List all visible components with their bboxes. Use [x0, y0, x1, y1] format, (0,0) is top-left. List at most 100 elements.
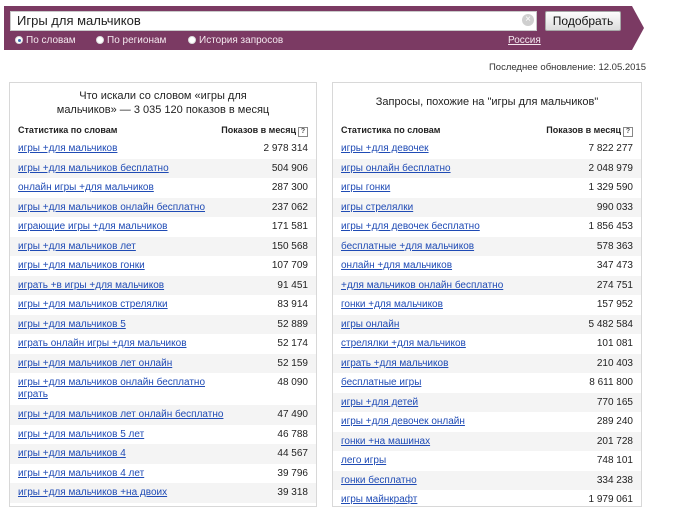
table-row: бесплатные игры 8 611 800 [333, 373, 641, 393]
table-row: игры +для мальчиков гонки 107 709 [10, 256, 316, 276]
keyword-link[interactable]: игры онлайн бесплатно [341, 159, 451, 179]
table-row: игры +для мальчиков 2 978 314 [10, 139, 316, 159]
mode-label: По регионам [107, 35, 167, 46]
table-row: игры +для мальчиков лет онлайн 52 159 [10, 353, 316, 374]
keyword-link[interactable]: бесплатные игры [341, 373, 421, 393]
keyword-link[interactable]: играть онлайн игры +для мальчиков [18, 334, 187, 354]
shows-count: 8 611 800 [589, 377, 633, 388]
keyword-link[interactable]: игры +для мальчиков лет онлайн бесплатно [18, 405, 223, 425]
shows-count: 101 081 [596, 338, 633, 349]
table-row: играть +для мальчиков 210 403 [333, 353, 641, 374]
keyword-link[interactable]: лего игры [341, 451, 386, 471]
clear-icon[interactable]: × [522, 14, 534, 26]
table-row: игры +для мальчиков лет 150 568 [10, 236, 316, 257]
search-input[interactable]: Игры для мальчиков [10, 11, 537, 31]
region-link[interactable]: Россия [508, 35, 541, 47]
shows-count: 157 952 [596, 299, 633, 310]
help-icon[interactable]: ? [298, 127, 308, 137]
keyword-link[interactable]: игры +для девочек [341, 139, 429, 159]
keyword-link[interactable]: игры +для девочек онлайн [341, 412, 465, 432]
keyword-link[interactable]: игры стрелялки [341, 198, 413, 218]
table-row: игры +для девочек онлайн 289 240 [333, 412, 641, 432]
table-row: бесплатные +для мальчиков 578 363 [333, 236, 641, 257]
table-row: онлайн +для мальчиков 347 473 [333, 256, 641, 276]
shows-count: 1 856 453 [588, 221, 634, 232]
keyword-link[interactable]: игры гонки [341, 178, 390, 198]
panel-title: Что искали со словом «игры для мальчиков… [10, 89, 316, 117]
keyword-link[interactable]: игры +для девочек бесплатно [341, 217, 480, 237]
table-row: игры +для мальчиков 5 52 889 [10, 314, 316, 335]
shows-count: 274 751 [596, 279, 633, 291]
keyword-link[interactable]: игры онлайн [341, 315, 399, 335]
table-row: игры +для девочек 7 822 277 [333, 139, 641, 159]
keyword-link[interactable]: игры +для мальчиков 5 лет [18, 425, 144, 445]
keyword-link[interactable]: онлайн +для мальчиков [341, 256, 452, 276]
panel-title-line: мальчиков» — 3 035 120 показов в месяц [56, 104, 270, 116]
shows-count: 770 165 [596, 396, 633, 408]
mode-history[interactable]: История запросов [188, 35, 283, 47]
keyword-link[interactable]: стрелялки +для мальчиков [341, 334, 466, 354]
keyword-link[interactable]: игры +для детей [341, 393, 418, 413]
keyword-link[interactable]: гонки +для мальчиков [341, 295, 443, 315]
keyword-link[interactable]: игры +для мальчиков 5 [18, 315, 126, 335]
shows-count: 39 796 [277, 467, 308, 479]
keyword-link[interactable]: игры +для мальчиков 4 лет [18, 464, 144, 484]
table-row: игры майнкрафт 1 979 061 [333, 490, 641, 506]
shows-count: 210 403 [596, 357, 633, 369]
table-row: гонки +на машинах 201 728 [333, 431, 641, 452]
panel-title: Запросы, похожие на "игры для мальчиков" [375, 96, 599, 108]
mode-label: История запросов [199, 35, 284, 46]
table-row: игры +для мальчиков лет онлайн бесплатно… [10, 405, 316, 425]
table-row: игры +для мальчиков 4 44 567 [10, 444, 316, 464]
keyword-link[interactable]: игры +для мальчиков стрелялки [18, 295, 168, 315]
keyword-link[interactable]: игры +для мальчиков онлайн бесплатно игр… [18, 377, 218, 401]
table-row: игры +для мальчиков онлайн бесплатно игр… [10, 373, 316, 405]
shows-count: 7 822 277 [588, 143, 634, 154]
shows-header-label: Показов в месяц [546, 125, 621, 135]
table-row: игры онлайн 5 482 584 [333, 314, 641, 335]
keyword-link[interactable]: игры +для мальчиков +на двоих [18, 483, 167, 503]
mode-by-words[interactable]: По словам [15, 35, 76, 47]
shows-count: 1 329 590 [588, 182, 634, 193]
shows-count: 48 090 [277, 377, 308, 388]
shows-count: 52 889 [277, 318, 308, 330]
keyword-link[interactable]: играть +в игры +для мальчиков [18, 276, 164, 296]
table-row: игры +для мальчиков 4 лет 39 796 [10, 464, 316, 484]
keyword-column-header: Статистика по словам [18, 125, 118, 135]
keyword-link[interactable]: игры +для мальчиков гонки [18, 256, 145, 276]
shows-count: 107 709 [271, 260, 308, 271]
search-header: Игры для мальчиков × Подобрать По словам… [0, 0, 688, 53]
table-row: игры +для детей 770 165 [333, 392, 641, 413]
keyword-link[interactable]: игры +для мальчиков онлайн бесплатно [18, 198, 205, 218]
keyword-link[interactable]: гонки бесплатно [341, 471, 417, 491]
keyword-link[interactable]: играющие игры +для мальчиков [18, 217, 167, 237]
keyword-link[interactable]: игры +для мальчиков лет онлайн [18, 354, 172, 374]
table-row: игры +для мальчиков бесплатно 504 906 [10, 158, 316, 179]
keyword-link[interactable]: +для мальчиков онлайн бесплатно [341, 276, 503, 296]
table-row: игры +для мальчиков 5 лет 46 788 [10, 425, 316, 445]
mode-by-regions[interactable]: По регионам [96, 35, 166, 47]
table-row: +для мальчиков онлайн бесплатно 274 751 [333, 275, 641, 296]
keyword-link[interactable]: онлайн игры +для мальчиков [18, 178, 154, 198]
shows-count: 201 728 [596, 435, 633, 447]
keyword-link[interactable]: игры майнкрафт [341, 490, 417, 506]
keyword-link[interactable]: игры +для мальчиков лет [18, 237, 136, 257]
table-row: онлайн игры +для мальчиков 287 300 [10, 178, 316, 198]
keyword-link[interactable]: игры +для мальчиков бесплатно [18, 159, 169, 179]
keyword-link[interactable]: бесплатные +для мальчиков [341, 237, 474, 257]
keyword-link[interactable]: играть +для мальчиков [341, 354, 448, 374]
shows-count: 1 979 061 [588, 494, 634, 505]
shows-column-header: Показов в месяц? [221, 125, 308, 137]
table-row: игры +для мальчиков стрелялки 83 914 [10, 295, 316, 315]
shows-count: 171 581 [271, 221, 308, 232]
keyword-link[interactable]: гонки +на машинах [341, 432, 430, 452]
left-panel: Что искали со словом «игры для мальчиков… [9, 82, 317, 507]
help-icon[interactable]: ? [623, 127, 633, 137]
last-updated: Последнее обновление: 12.05.2015 [488, 62, 646, 73]
keyword-link[interactable]: игры +для мальчиков [18, 139, 117, 159]
shows-count: 748 101 [596, 455, 633, 466]
shows-header-label: Показов в месяц [221, 125, 296, 135]
shows-count: 578 363 [596, 240, 633, 252]
keyword-link[interactable]: игры +для мальчиков 4 [18, 444, 126, 464]
submit-button[interactable]: Подобрать [545, 11, 621, 31]
